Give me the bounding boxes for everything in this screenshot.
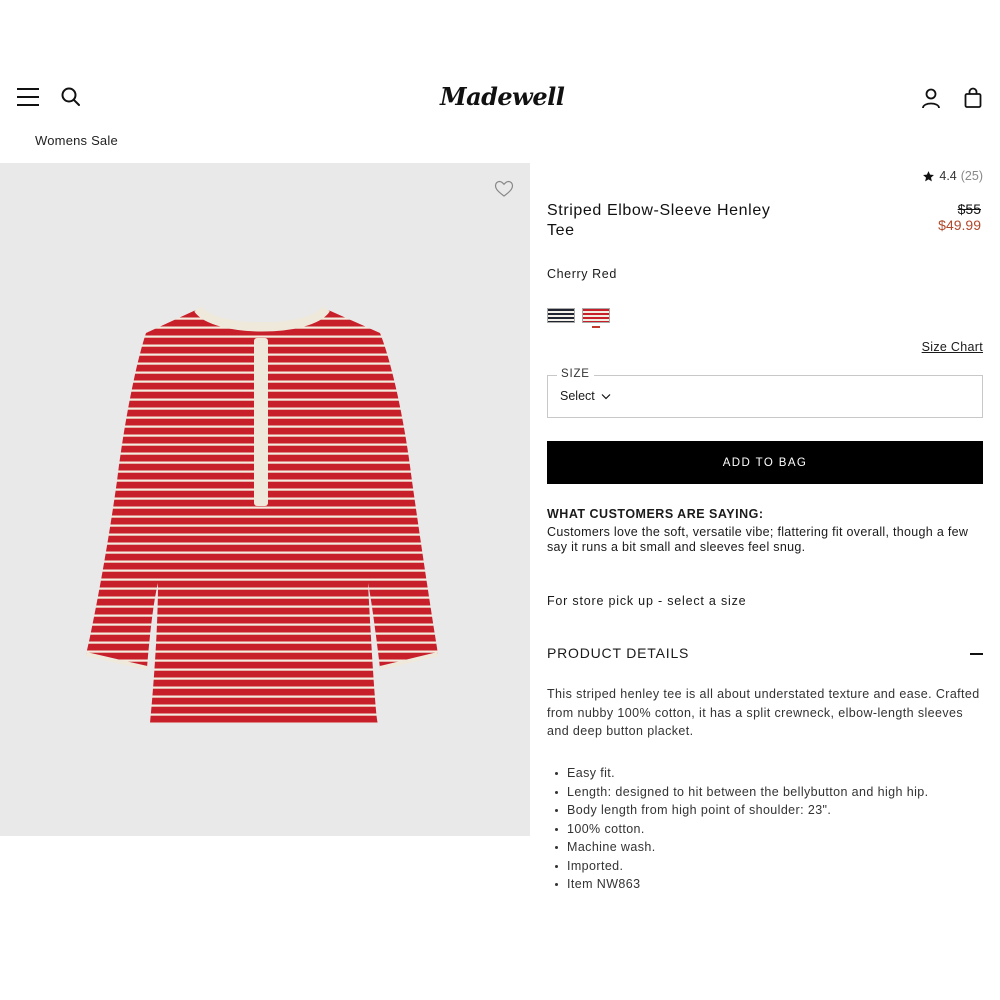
product-image-gallery[interactable]	[0, 163, 530, 836]
search-icon[interactable]	[60, 86, 82, 108]
size-select-value[interactable]: Select	[560, 389, 611, 403]
breadcrumb[interactable]: Womens Sale	[35, 133, 118, 148]
price-block: $55 $49.99	[938, 201, 981, 233]
original-price: $55	[957, 201, 981, 217]
color-swatch-navy-stripe[interactable]	[547, 308, 575, 323]
list-item: Easy fit.	[555, 764, 985, 783]
list-item: Machine wash.	[555, 838, 985, 857]
list-item: Imported.	[555, 857, 985, 876]
review-count[interactable]: (25)	[961, 169, 983, 183]
size-value: Select	[560, 389, 595, 403]
product-title: Striped Elbow-Sleeve Henley Tee	[547, 202, 771, 239]
account-icon[interactable]	[920, 87, 942, 109]
product-details-list: Easy fit. Length: designed to hit betwee…	[555, 764, 985, 894]
reviews-summary: Customers love the soft, versatile vibe;…	[547, 525, 969, 554]
list-item: Item NW863	[555, 875, 985, 894]
chevron-down-icon	[601, 393, 611, 399]
site-header: Madewell	[0, 78, 1000, 118]
size-label: SIZE	[557, 368, 594, 380]
color-swatch-cherry-red[interactable]	[582, 308, 610, 323]
list-item: Length: designed to hit between the bell…	[555, 783, 985, 802]
size-select[interactable]: SIZE Select	[547, 368, 983, 418]
store-pickup-text: For store pick up - select a size	[547, 594, 747, 608]
list-item: 100% cotton.	[555, 820, 985, 839]
rating-summary[interactable]: 4.4 (25)	[922, 169, 983, 183]
product-image	[85, 305, 439, 723]
brand-logo[interactable]: Madewell	[440, 82, 565, 114]
bag-icon[interactable]	[962, 87, 984, 109]
size-chart-link[interactable]: Size Chart	[922, 340, 983, 354]
reviews-heading: WHAT CUSTOMERS ARE SAYING:	[547, 507, 764, 521]
rating-value: 4.4	[939, 169, 957, 183]
collapse-icon[interactable]	[970, 653, 983, 655]
product-details-heading: PRODUCT DETAILS	[547, 645, 690, 661]
list-item: Body length from high point of shoulder:…	[555, 801, 985, 820]
selected-color-name: Cherry Red	[547, 267, 617, 281]
product-description: This striped henley tee is all about und…	[547, 687, 980, 738]
star-icon	[923, 170, 935, 181]
product-details-toggle[interactable]: PRODUCT DETAILS	[547, 645, 983, 661]
heart-icon[interactable]	[494, 180, 514, 198]
sale-price: $49.99	[938, 217, 981, 233]
selected-swatch-indicator	[592, 326, 600, 328]
menu-icon[interactable]	[17, 88, 39, 107]
add-to-bag-button[interactable]: ADD TO BAG	[547, 441, 983, 484]
